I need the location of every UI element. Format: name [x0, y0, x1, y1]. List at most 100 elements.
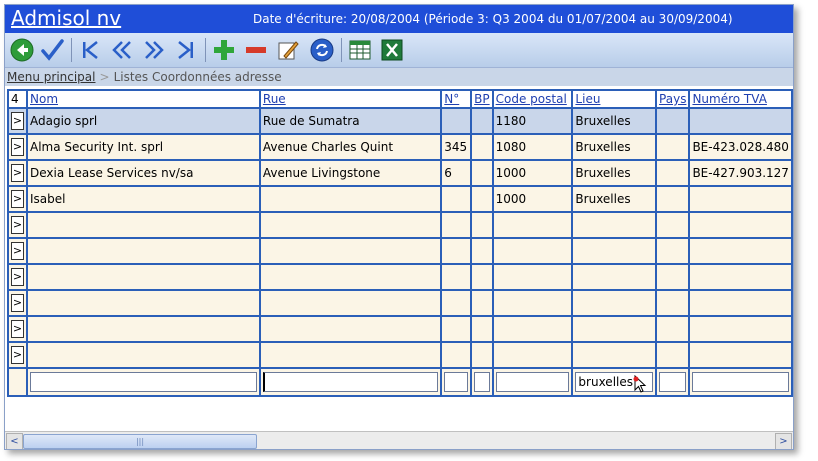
- column-header-lieu[interactable]: Lieu: [571, 89, 658, 109]
- cell-code-postal: [491, 263, 574, 291]
- row-open-button[interactable]: >: [11, 216, 24, 234]
- row-open-button[interactable]: >: [11, 190, 24, 208]
- table-row[interactable]: > Alma Security Int. sprl Avenue Charles…: [7, 133, 793, 161]
- row-open-button[interactable]: >: [11, 164, 24, 182]
- cell-bp: [470, 263, 494, 291]
- filter-no-input[interactable]: [444, 372, 469, 392]
- cell-bp: [470, 133, 494, 161]
- table-row[interactable]: >: [7, 237, 793, 265]
- back-icon[interactable]: [9, 37, 35, 63]
- cell-bp: [470, 159, 494, 187]
- column-header-bp[interactable]: BP: [470, 89, 494, 109]
- prev-icon[interactable]: [109, 37, 135, 63]
- cell-pays: [655, 185, 691, 213]
- filter-code-postal-input[interactable]: [495, 372, 570, 392]
- add-icon[interactable]: [211, 37, 237, 63]
- cell-rue: [258, 289, 443, 317]
- cell-nom: [26, 315, 261, 343]
- scroll-right-icon[interactable]: >: [775, 433, 792, 449]
- filter-rue-input[interactable]: [262, 372, 439, 392]
- cell-no: [440, 211, 473, 239]
- row-open-button[interactable]: >: [11, 112, 24, 130]
- cell-bp: [470, 107, 494, 135]
- column-header-rue[interactable]: Rue: [258, 89, 443, 109]
- row-open-button[interactable]: >: [11, 138, 24, 156]
- check-icon[interactable]: [39, 37, 65, 63]
- grid-header: 4 Nom Rue N° BP Code postal Lieu Pays Nu…: [7, 89, 793, 109]
- row-open-button[interactable]: >: [11, 320, 24, 338]
- table-row[interactable]: > Dexia Lease Services nv/sa Avenue Livi…: [7, 159, 793, 187]
- table-row[interactable]: >: [7, 341, 793, 369]
- cell-pays: [655, 211, 691, 239]
- cell-pays: [655, 263, 691, 291]
- cell-bp: [470, 185, 494, 213]
- row-open-button[interactable]: >: [11, 268, 24, 286]
- cell-lieu: Bruxelles: [571, 185, 658, 213]
- main-window: Admisol nv Date d'écriture: 20/08/2004 (…: [4, 4, 794, 450]
- filter-tva-input[interactable]: [692, 372, 789, 392]
- table-row[interactable]: > Isabel 1000 Bruxelles: [7, 185, 793, 213]
- refresh-icon[interactable]: [309, 37, 335, 63]
- table-row[interactable]: >: [7, 211, 793, 239]
- cell-nom: Dexia Lease Services nv/sa: [26, 159, 261, 187]
- table-row[interactable]: >: [7, 315, 793, 343]
- column-header-tva[interactable]: Numéro TVA: [688, 89, 793, 109]
- cell-tva: BE-427.903.127: [688, 159, 793, 187]
- column-header-code-postal[interactable]: Code postal: [491, 89, 574, 109]
- list-icon[interactable]: [347, 37, 373, 63]
- first-icon[interactable]: [77, 37, 103, 63]
- cell-rue: [258, 315, 443, 343]
- cursor-icon: [633, 375, 647, 393]
- filter-pays-input[interactable]: [659, 372, 687, 392]
- cell-code-postal: [491, 289, 574, 317]
- cell-nom: [26, 263, 261, 291]
- app-title[interactable]: Admisol nv: [11, 6, 121, 30]
- cell-pays: [655, 315, 691, 343]
- filter-bp-input[interactable]: [474, 372, 490, 392]
- column-header-no[interactable]: N°: [440, 89, 473, 109]
- title-bar: Admisol nv Date d'écriture: 20/08/2004 (…: [5, 5, 793, 33]
- filter-nom-input[interactable]: [30, 372, 257, 392]
- cell-tva: [688, 185, 793, 213]
- cell-bp: [470, 289, 494, 317]
- cell-rue: Rue de Sumatra: [258, 107, 443, 135]
- cell-tva: [688, 237, 793, 265]
- row-open-button[interactable]: >: [11, 294, 24, 312]
- cell-rue: [258, 185, 443, 213]
- cell-no: [440, 185, 473, 213]
- row-open-button[interactable]: >: [11, 346, 24, 364]
- cell-no: 6: [440, 159, 473, 187]
- edit-icon[interactable]: [275, 37, 301, 63]
- table-row[interactable]: >: [7, 289, 793, 317]
- column-header-pays[interactable]: Pays: [655, 89, 691, 109]
- cell-nom: Alma Security Int. sprl: [26, 133, 261, 161]
- cell-code-postal: 1000: [491, 185, 574, 213]
- cell-pays: [655, 159, 691, 187]
- cell-code-postal: [491, 315, 574, 343]
- cell-bp: [470, 237, 494, 265]
- cell-no: [440, 263, 473, 291]
- cell-no: [440, 315, 473, 343]
- next-icon[interactable]: [141, 37, 167, 63]
- cell-rue: Avenue Livingstone: [258, 159, 443, 187]
- cell-code-postal: [491, 237, 574, 265]
- cell-no: [440, 107, 473, 135]
- cell-tva: [688, 289, 793, 317]
- breadcrumb-root-link[interactable]: Menu principal: [7, 70, 96, 84]
- cell-tva: [688, 341, 793, 369]
- last-icon[interactable]: [173, 37, 199, 63]
- horizontal-scrollbar[interactable]: < ||| >: [5, 431, 793, 449]
- scrollbar-thumb[interactable]: |||: [23, 434, 257, 449]
- cell-no: 345: [440, 133, 473, 161]
- cell-pays: [655, 289, 691, 317]
- cell-nom: [26, 289, 261, 317]
- column-header-nom[interactable]: Nom: [26, 89, 261, 109]
- table-row[interactable]: >: [7, 263, 793, 291]
- row-open-button[interactable]: >: [11, 242, 24, 260]
- cell-rue: [258, 263, 443, 291]
- scroll-left-icon[interactable]: <: [6, 433, 23, 449]
- cell-nom: Adagio sprl: [26, 107, 261, 135]
- excel-icon[interactable]: [379, 37, 405, 63]
- remove-icon[interactable]: [243, 37, 269, 63]
- table-row[interactable]: > Adagio sprl Rue de Sumatra 1180 Bruxel…: [7, 107, 793, 135]
